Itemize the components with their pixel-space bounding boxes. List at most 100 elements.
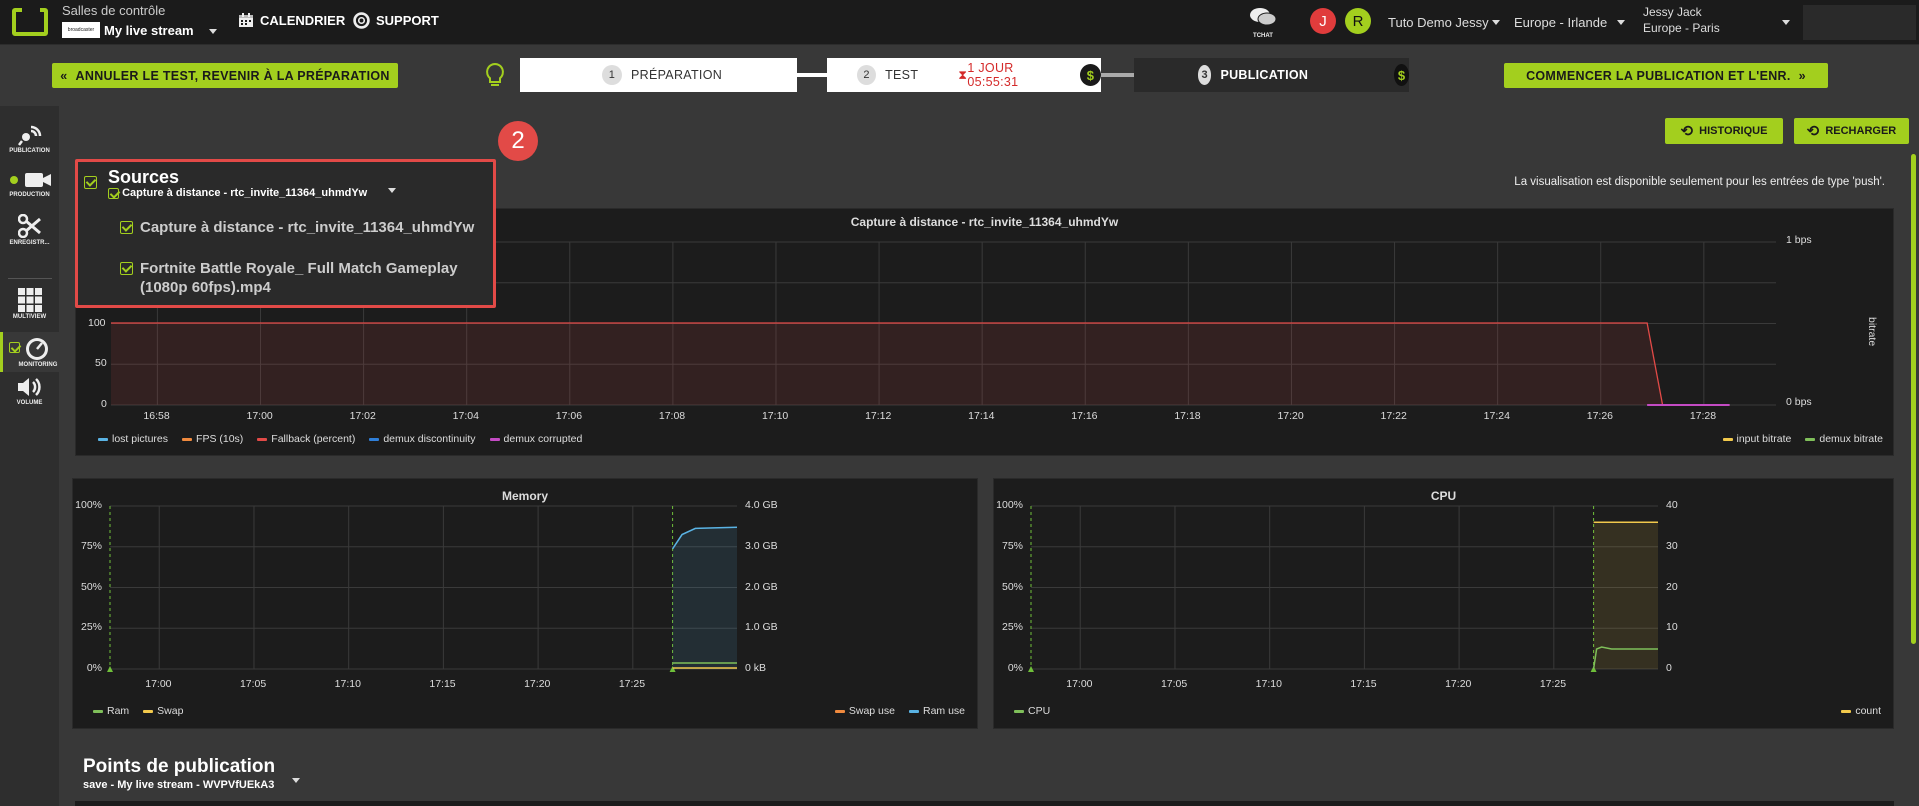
chevron-down-icon [292,777,301,783]
x-tick: 17:04 [452,410,479,422]
checkbox-icon [108,187,119,199]
avatar[interactable]: J [1310,8,1336,34]
sidebar-divider [8,278,52,279]
cpu-chart[interactable] [994,479,1895,730]
user-menu[interactable]: Jessy Jack Europe - Paris [1643,4,1720,36]
sources-option[interactable]: Fortnite Battle Royale_ Full Match Gamep… [120,259,490,297]
publication-title: Points de publication [83,756,276,777]
step-test[interactable]: 2 TEST ⧗ 1 JOUR 05:55:31 $ [827,58,1101,92]
support-label: SUPPORT [376,13,439,28]
y-right-tick: 1 bps [1786,234,1812,246]
chart-legend: Ram Swap [93,705,183,717]
avatar[interactable]: R [1345,8,1371,34]
y-left-tick: 25% [1001,621,1023,634]
x-tick: 17:20 [1445,678,1472,690]
publication-section: Points de publication save - My live str… [83,756,301,791]
x-tick: 17:15 [429,678,456,690]
broadcast-icon [17,125,41,146]
chat-label: TCHAT [1253,33,1273,39]
sidebar-item-recording[interactable]: ENREGISTR... [0,214,59,246]
legend-item[interactable]: demux discontinuity [369,433,476,445]
legend-item[interactable]: FPS (10s) [182,433,243,445]
legend-item[interactable]: Swap [143,705,183,717]
checkbox-icon [9,342,20,353]
legend-item[interactable]: Swap use [834,705,895,717]
support-link[interactable]: SUPPORT [353,12,439,29]
chart-legend-right: count [1841,705,1881,717]
x-tick: 17:10 [761,410,789,422]
legend-item[interactable]: Ram use [908,705,965,717]
chevron-down-icon [1616,20,1625,25]
legend-item[interactable]: lost pictures [98,433,168,445]
app-logo[interactable] [12,8,48,36]
calendar-label: CALENDRIER [260,12,346,28]
x-tick: 17:10 [334,678,361,690]
hourglass-icon: ⧗ [958,67,968,82]
x-tick: 17:05 [1160,678,1188,690]
chevron-down-icon[interactable] [1782,20,1790,25]
legend-item[interactable]: Fallback (percent) [257,433,355,445]
x-tick: 17:06 [555,410,583,422]
y-left-tick: 100% [75,499,102,511]
legend-item[interactable]: demux corrupted [489,433,582,445]
x-tick: 17:10 [1255,678,1282,690]
chart-legend-right: Swap use Ram use [834,705,965,717]
series-area [111,323,1730,405]
step-preparation[interactable]: 1 PRÉPARATION [520,58,797,92]
memory-chart[interactable] [73,479,979,730]
scrollbar[interactable] [1911,154,1916,644]
x-tick: 17:20 [524,678,551,690]
y-right-tick: 3.0 GB [745,539,778,552]
reload-button[interactable]: ⟲ RECHARGER [1794,118,1909,144]
x-tick: 17:00 [1066,678,1093,690]
y-right-label: bitrate [1866,317,1878,347]
sources-option[interactable]: Capture à distance - rtc_invite_11364_uh… [120,219,490,236]
sources-selected[interactable]: Capture à distance - rtc_invite_11364_uh… [108,187,397,199]
sidebar-item-volume[interactable]: VOLUME [0,376,59,406]
history-icon: ⟲ [1680,123,1694,140]
legend-item[interactable]: Ram [93,705,129,717]
legend-item[interactable]: count [1841,705,1881,717]
step-connector [797,73,827,77]
x-tick: 17:25 [1539,678,1567,690]
step-connector [1101,73,1135,77]
sidebar-item-monitoring[interactable]: MONITORING [0,332,59,372]
account-selector[interactable]: Tuto Demo Jessy [1388,0,1501,45]
y-left-tick: 75% [80,539,102,552]
calendar-link[interactable]: CALENDRIER [238,12,345,28]
chat-button[interactable]: TCHAT [1247,6,1279,39]
y-left-tick: 50% [1001,580,1023,593]
legend-item[interactable]: CPU [1014,705,1050,717]
x-tick: 17:18 [1174,410,1201,422]
chat-bubbles-icon [1250,8,1277,26]
cancel-test-button[interactable]: «ANNULER LE TEST, REVENIR À LA PRÉPARATI… [52,63,398,88]
y-right-tick: 0 bps [1786,396,1812,408]
top-bar: Salles de contrôle broadcaster My live s… [0,0,1919,45]
sidebar-item-multiview[interactable]: MULTIVIEW [0,288,59,320]
lightbulb-icon[interactable] [484,62,506,88]
y-left-tick: 50 [95,357,107,369]
legend-item[interactable]: input bitrate [1722,433,1791,445]
x-tick: 17:22 [1380,410,1407,422]
y-right-tick: 40 [1666,499,1678,511]
y-left-tick: 75% [1001,539,1023,552]
sidebar-item-production[interactable]: PRODUCTION [0,170,59,198]
sidebar-item-publication[interactable]: PUBLICATION [0,124,59,154]
step-publication[interactable]: 3 PUBLICATION $ [1134,58,1409,92]
stream-selector[interactable]: My live stream [104,23,218,38]
y-right-tick: 4.0 GB [745,499,778,511]
stream-name: My live stream [104,23,194,38]
y-left-tick: 25% [80,621,102,634]
dollar-icon: $ [1079,64,1101,86]
sources-dropdown[interactable]: Sources Capture à distance - rtc_invite_… [75,159,496,308]
start-publication-button[interactable]: COMMENCER LA PUBLICATION ET L'ENR.» [1504,63,1828,88]
legend-item[interactable]: demux bitrate [1805,433,1883,445]
user-timezone: Europe - Paris [1643,21,1720,35]
history-button[interactable]: ⟲ HISTORIQUE [1665,118,1783,144]
sidebar: PUBLICATION PRODUCTION ENREGISTR... MULT… [0,106,59,806]
x-tick: 17:26 [1586,410,1614,422]
publication-selector[interactable]: save - My live stream - WVPVfUEkA3 [83,777,301,791]
y-right-tick: 0 kB [745,662,767,674]
checkbox-icon[interactable] [84,176,97,189]
region-selector[interactable]: Europe - Irlande [1514,0,1625,45]
